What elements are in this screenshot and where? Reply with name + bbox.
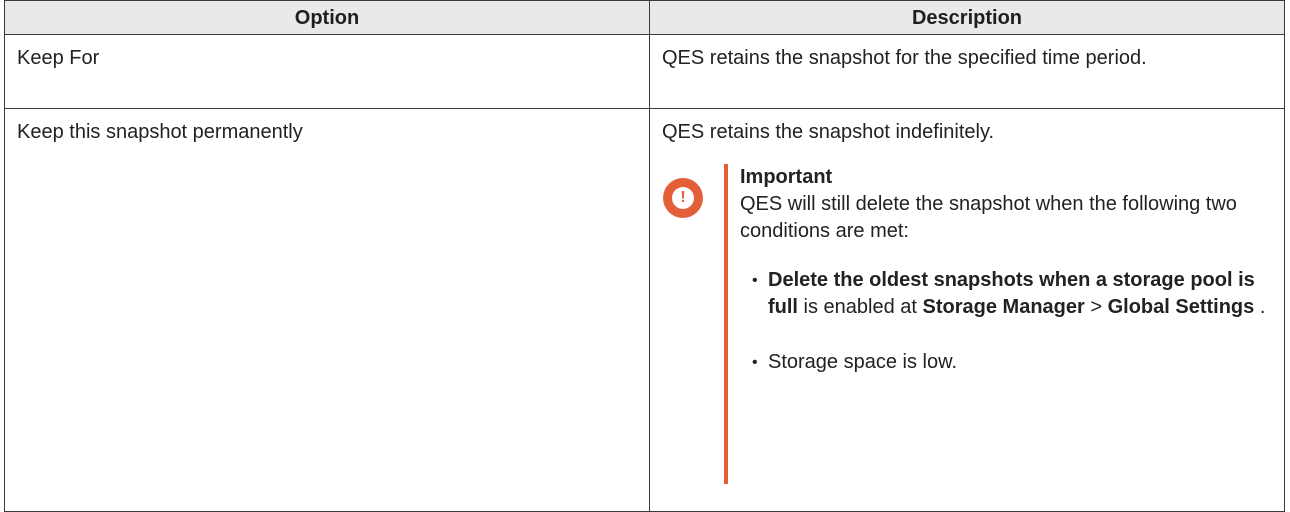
header-description: Description bbox=[649, 0, 1285, 35]
bullet-end: . bbox=[1254, 296, 1266, 318]
list-item: Storage space is low. bbox=[752, 349, 1272, 376]
table-row: Keep For QES retains the snapshot for th… bbox=[4, 34, 1285, 109]
table-row: Keep this snapshot permanently QES retai… bbox=[4, 108, 1285, 512]
menu-path-global-settings: Global Settings bbox=[1107, 296, 1255, 318]
description-text: QES retains the snapshot for the specifi… bbox=[662, 47, 1147, 69]
bullet-text: is enabled at bbox=[798, 296, 923, 318]
options-table: Option Description Keep For QES retains … bbox=[4, 0, 1285, 512]
header-option: Option bbox=[4, 0, 650, 35]
callout-body: QES will still delete the snapshot when … bbox=[740, 193, 1237, 242]
callout-title: Important bbox=[740, 166, 833, 188]
option-name: Keep For bbox=[17, 47, 100, 69]
table-header-row: Option Description bbox=[4, 0, 1285, 35]
important-icon: ! bbox=[663, 178, 703, 218]
callout-bullet-list: Delete the oldest snapshots when a stora… bbox=[740, 267, 1272, 376]
path-separator: > bbox=[1084, 296, 1108, 318]
important-callout: ! Important QES will still delete the sn… bbox=[662, 164, 1272, 484]
bullet-text: Storage space is low. bbox=[768, 351, 957, 373]
description-text: QES retains the snapshot indefinitely. bbox=[662, 121, 995, 143]
menu-path-storage-manager: Storage Manager bbox=[922, 296, 1085, 318]
callout-accent-bar bbox=[724, 164, 728, 484]
option-name: Keep this snapshot permanently bbox=[17, 121, 303, 143]
description-cell: QES retains the snapshot indefinitely. !… bbox=[649, 108, 1285, 512]
option-cell: Keep For bbox=[4, 34, 650, 109]
description-cell: QES retains the snapshot for the specifi… bbox=[649, 34, 1285, 109]
list-item: Delete the oldest snapshots when a stora… bbox=[752, 267, 1272, 321]
option-cell: Keep this snapshot permanently bbox=[4, 108, 650, 512]
